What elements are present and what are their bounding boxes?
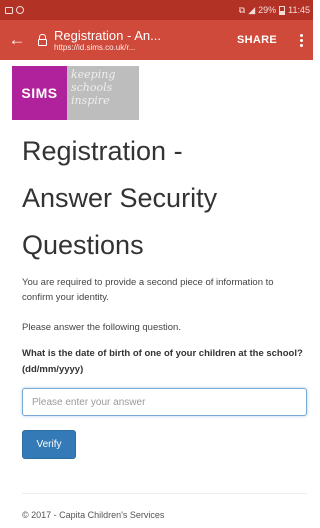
sync-icon <box>16 6 24 14</box>
tagline-line: schools <box>71 81 113 94</box>
instruction-text: Please answer the following question. <box>22 322 181 333</box>
mute-icon: ⧉ <box>238 4 246 15</box>
signal-icon: ◢ <box>248 4 256 15</box>
page-title-line: Answer Security <box>22 183 218 213</box>
tab-url: https://id.sims.co.uk/r... <box>54 42 136 52</box>
answer-input[interactable] <box>22 388 307 416</box>
page-title: Registration - Answer Security Questions <box>22 128 312 269</box>
battery-percentage: 29% <box>258 5 277 15</box>
verify-button[interactable]: Verify <box>22 430 76 459</box>
browser-toolbar: ← Registration - An... https://id.sims.c… <box>0 20 313 60</box>
share-button[interactable]: SHARE <box>225 34 289 46</box>
page-title-block[interactable]: Registration - An... https://id.sims.co.… <box>54 28 225 53</box>
overflow-menu-icon[interactable] <box>289 20 313 60</box>
page-title-line: Registration - <box>22 136 183 166</box>
status-bar: ⧉ ◢ 29% 11:45 <box>0 0 313 20</box>
battery-icon <box>279 5 286 15</box>
lock-icon[interactable] <box>34 20 50 60</box>
intro-text: You are required to provide a second pie… <box>22 277 274 303</box>
tagline-line: keeping <box>71 68 116 81</box>
sims-logo: SIMS <box>12 66 67 120</box>
page-title-line: Questions <box>22 230 144 260</box>
clock: 11:45 <box>288 5 310 15</box>
sims-banner: SIMS keeping schools inspire <box>12 66 139 120</box>
footer-copyright: © 2017 - Capita Children's Services <box>22 510 165 520</box>
tagline: keeping schools inspire <box>67 66 139 120</box>
security-question-label: What is the date of birth of one of your… <box>22 348 303 375</box>
footer-divider <box>22 493 307 494</box>
tab-title: Registration - An... <box>54 27 161 43</box>
notification-icon <box>5 6 13 14</box>
back-arrow-icon[interactable]: ← <box>0 20 34 60</box>
tagline-line: inspire <box>71 94 110 107</box>
